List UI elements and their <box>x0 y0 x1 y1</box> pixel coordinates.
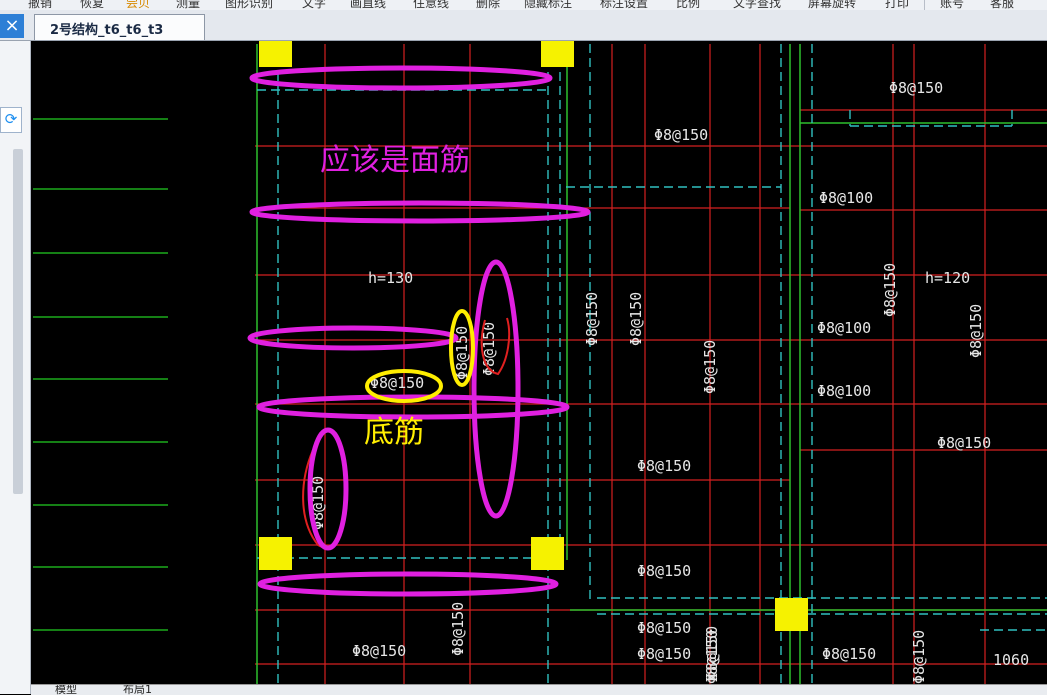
rebar-label: Φ8@150 <box>889 79 943 97</box>
rebar-label: Φ8@150 <box>637 457 691 475</box>
rebar-label-vertical: Φ8@150 <box>449 602 467 656</box>
rebar-label: Φ8@150 <box>637 619 691 637</box>
document-tab-title: 2号结构_t6_t6_t3 <box>50 23 164 38</box>
dimension-label: 1060 <box>993 651 1029 669</box>
rebar-label: Φ8@150 <box>937 434 991 452</box>
rebar-label-vertical: Φ8@150 <box>910 630 928 684</box>
rebar-label-vertical: Φ8@150 <box>701 340 719 394</box>
annotation-bottom-note: 底筋 <box>364 415 424 450</box>
rebar-label-vertical: Φ8@150 <box>583 292 601 346</box>
rebar-label: Φ8@150 <box>637 562 691 580</box>
rebar-label: Φ8@150 <box>637 645 691 663</box>
toolbar-separator <box>924 0 925 10</box>
rebar-label: Φ8@150 <box>654 126 708 144</box>
rebar-label-vertical: Φ8@150 <box>703 630 721 684</box>
rebar-label-vertical: Φ8@150 <box>453 326 471 380</box>
rebar-label-vertical: Φ8@150 <box>881 263 899 317</box>
rebar-label: Φ8@100 <box>819 189 873 207</box>
close-icon[interactable]: × <box>0 14 24 38</box>
rebar-label: Φ8@100 <box>817 319 871 337</box>
rebar-label: Φ8@150 <box>352 642 406 660</box>
rebar-label-vertical: Φ8@150 <box>967 304 985 358</box>
rebar-label: Φ8@150 <box>822 645 876 663</box>
document-tab[interactable]: 2号结构_t6_t6_t3 <box>34 14 205 40</box>
annotation-top-note: 应该是面筋 <box>320 143 470 178</box>
rebar-label-vertical: Φ8@150 <box>627 292 645 346</box>
rebar-label: Φ8@100 <box>817 382 871 400</box>
sync-icon[interactable]: ⟳ <box>0 107 22 133</box>
left-panel <box>0 41 31 694</box>
slab-thickness-label: h=120 <box>925 269 970 287</box>
drawing-canvas[interactable]: h=130 h=120 Φ8@150 Φ8@150 Φ8@100 Φ8@100 … <box>31 41 1047 684</box>
left-panel-scrollbar[interactable] <box>13 149 23 494</box>
slab-thickness-label: h=130 <box>368 269 413 287</box>
layout-tabs: 模型 布局1 <box>31 684 1047 695</box>
